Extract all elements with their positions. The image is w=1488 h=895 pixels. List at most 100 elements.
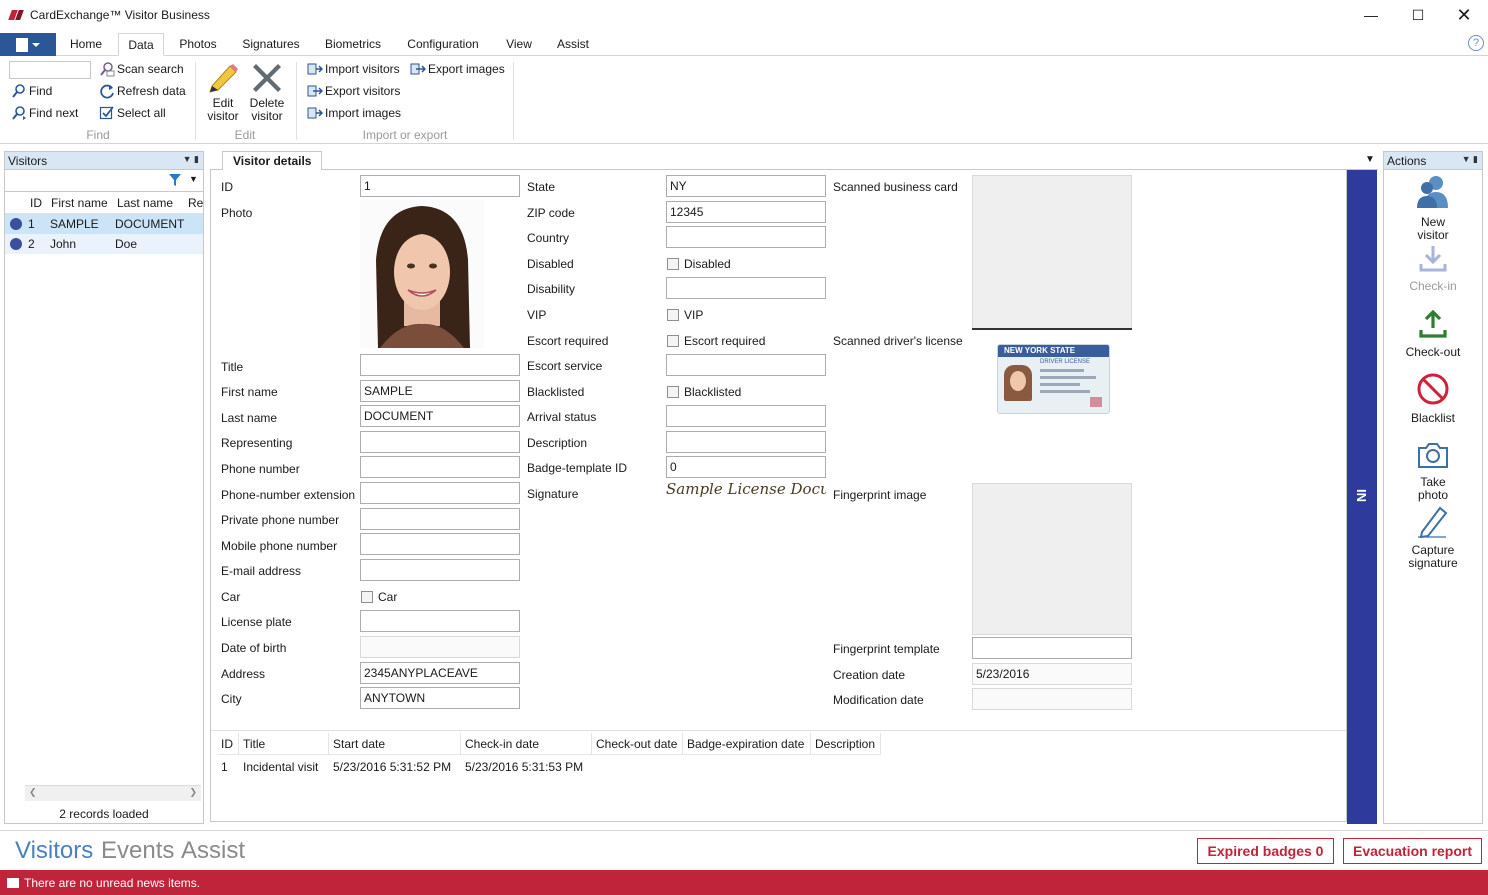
state-field[interactable]: NY — [666, 175, 826, 197]
take-photo-button[interactable]: Take photo — [1384, 440, 1482, 502]
column-title[interactable]: Title — [239, 733, 329, 755]
column-representing[interactable]: Re — [188, 196, 203, 210]
tab-overflow-icon[interactable]: ▼ — [1365, 154, 1375, 165]
select-all-button[interactable]: Select all — [99, 104, 166, 122]
first-name-field[interactable]: SAMPLE — [360, 380, 520, 402]
column-description[interactable]: Description — [811, 733, 881, 755]
tab-biometrics[interactable]: Biometrics — [318, 33, 388, 56]
email-field[interactable] — [360, 559, 520, 581]
blacklisted-label: Blacklisted — [527, 385, 585, 399]
title-field[interactable] — [360, 354, 520, 376]
scan-search-button[interactable]: Scan search — [99, 60, 184, 78]
phone-extension-field[interactable] — [360, 482, 520, 504]
chevron-down-icon[interactable]: ▼ — [189, 174, 198, 184]
fingerprint-image[interactable] — [972, 483, 1132, 635]
table-row[interactable]: 2 John Doe — [5, 234, 203, 254]
news-message[interactable]: There are no unread news items. — [24, 876, 200, 890]
zip-code-field[interactable]: 12345 — [666, 201, 826, 223]
license-plate-field[interactable] — [360, 610, 520, 632]
column-first-name[interactable]: First name — [51, 196, 108, 210]
tab-configuration[interactable]: Configuration — [400, 33, 486, 56]
nav-events[interactable]: Events — [101, 837, 174, 865]
badge-template-field[interactable]: 0 — [666, 456, 826, 478]
vip-checkbox[interactable]: VIP — [667, 308, 703, 322]
disabled-checkbox[interactable]: Disabled — [667, 257, 731, 271]
column-checkin-date[interactable]: Check-in date — [461, 733, 592, 755]
last-name-field[interactable]: DOCUMENT — [360, 405, 520, 427]
tab-signatures[interactable]: Signatures — [236, 33, 306, 56]
new-visitor-button[interactable]: New visitor — [1384, 174, 1482, 242]
signature-image[interactable]: Sample License Document — [666, 480, 826, 506]
private-phone-field[interactable] — [360, 508, 520, 530]
maximize-button[interactable]: ☐ — [1395, 0, 1441, 30]
nav-visitors[interactable]: Visitors — [15, 837, 93, 865]
visitor-photo[interactable] — [360, 200, 484, 348]
horizontal-scrollbar[interactable]: ❮ ❯ — [25, 785, 201, 801]
description-field[interactable] — [666, 431, 826, 453]
id-field[interactable]: 1 — [360, 175, 520, 197]
import-visitors-button[interactable]: Import visitors — [307, 60, 400, 78]
city-field[interactable]: ANYTOWN — [360, 687, 520, 709]
close-button[interactable]: ✕ — [1441, 0, 1487, 30]
fingerprint-template-field[interactable] — [972, 637, 1132, 659]
expired-badges-button[interactable]: Expired badges 0 — [1197, 838, 1334, 864]
find-button[interactable]: Find — [11, 82, 52, 100]
car-checkbox[interactable]: Car — [361, 590, 397, 604]
tab-home[interactable]: Home — [62, 33, 110, 56]
disabled-label: Disabled — [527, 257, 574, 271]
modification-date-field[interactable] — [972, 688, 1132, 710]
chevron-left-icon[interactable]: ❮ — [29, 787, 37, 798]
file-menu-button[interactable] — [0, 33, 56, 56]
address-field[interactable]: 2345ANYPLACEAVE — [360, 662, 520, 684]
tab-data[interactable]: Data — [118, 33, 164, 56]
tab-visitor-details[interactable]: Visitor details — [222, 151, 323, 170]
creation-date-field[interactable]: 5/23/2016 — [972, 663, 1132, 685]
pane-pin-icon[interactable]: ▼ ▮ — [183, 154, 199, 165]
tab-view[interactable]: View — [498, 33, 540, 56]
check-in-button[interactable]: Check-in — [1384, 244, 1482, 293]
minimize-button[interactable]: — — [1348, 0, 1394, 30]
representing-field[interactable] — [360, 431, 520, 453]
disability-field[interactable] — [666, 277, 826, 299]
phone-number-field[interactable] — [360, 456, 520, 478]
find-next-button[interactable]: Find next — [11, 104, 78, 122]
edit-visitor-button[interactable]: Edit visitor — [203, 60, 243, 123]
column-checkout-date[interactable]: Check-out date — [592, 733, 683, 755]
arrival-status-field[interactable] — [666, 405, 826, 427]
check-out-button[interactable]: Check-out — [1384, 308, 1482, 359]
help-icon[interactable]: ? — [1468, 35, 1484, 51]
tab-photos[interactable]: Photos — [172, 33, 224, 56]
ni-side-panel[interactable]: NI — [1347, 170, 1377, 824]
column-last-name[interactable]: Last name — [117, 196, 173, 210]
blacklist-button[interactable]: Blacklist — [1384, 372, 1482, 425]
table-row[interactable]: 1 SAMPLE DOCUMENT — [5, 214, 203, 234]
scanned-license-image[interactable]: NEW YORK STATE DRIVER LICENSE — [997, 344, 1110, 414]
column-id[interactable]: ID — [30, 196, 42, 210]
chevron-right-icon[interactable]: ❯ — [189, 787, 197, 798]
column-start-date[interactable]: Start date — [329, 733, 461, 755]
refresh-data-button[interactable]: Refresh data — [99, 82, 186, 100]
dob-field[interactable] — [360, 636, 520, 658]
visitor-filter-input[interactable] — [5, 172, 165, 190]
mobile-phone-field[interactable] — [360, 533, 520, 555]
column-badge-expiration-date[interactable]: Badge-expiration date — [683, 733, 811, 755]
delete-x-icon — [253, 64, 281, 92]
events-grid: ID Title Start date Check-in date Check-… — [211, 730, 1346, 820]
find-input[interactable] — [9, 61, 91, 79]
blacklisted-checkbox[interactable]: Blacklisted — [667, 385, 741, 399]
delete-visitor-button[interactable]: Delete visitor — [246, 60, 288, 123]
evacuation-report-button[interactable]: Evacuation report — [1343, 838, 1482, 864]
import-images-button[interactable]: Import images — [307, 104, 401, 122]
country-field[interactable] — [666, 226, 826, 248]
scanned-business-card-image[interactable] — [972, 175, 1132, 329]
pane-pin-icon[interactable]: ▼ ▮ — [1462, 154, 1478, 165]
escort-service-field[interactable] — [666, 354, 826, 376]
column-id[interactable]: ID — [217, 733, 239, 755]
tab-assist[interactable]: Assist — [550, 33, 596, 56]
nav-assist[interactable]: Assist — [181, 837, 245, 865]
capture-signature-button[interactable]: Capture signature — [1384, 504, 1482, 570]
export-visitors-button[interactable]: Export visitors — [307, 82, 400, 100]
filter-icon[interactable] — [168, 173, 182, 187]
escort-required-checkbox[interactable]: Escort required — [667, 334, 765, 348]
export-images-button[interactable]: Export images — [410, 60, 505, 78]
